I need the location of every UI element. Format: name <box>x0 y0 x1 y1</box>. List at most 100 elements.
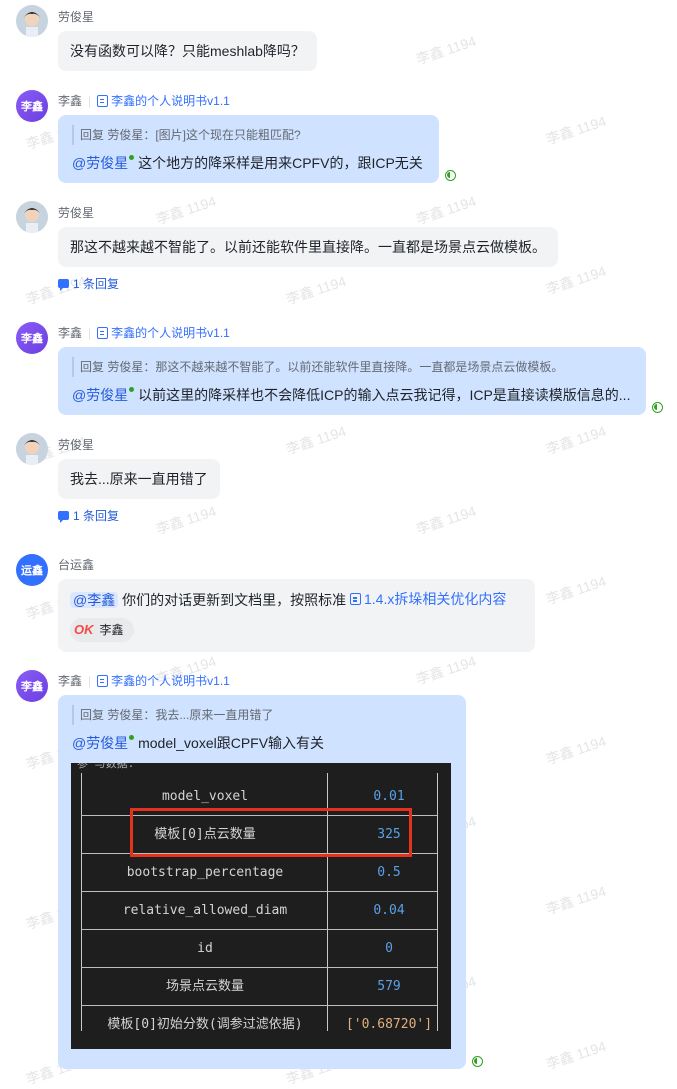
watermark-text: 李鑫 1194 <box>414 502 478 538</box>
sender-header: 李鑫 | 李鑫的个人说明书v1.1 <box>58 324 230 341</box>
watermark-text: 李鑫 1194 <box>284 272 348 308</box>
message-text: model_voxel跟CPFV输入有关 <box>138 735 325 751</box>
message-text: 我去...原来一直用错了 <box>58 459 220 499</box>
doc-icon <box>350 593 361 605</box>
sender-header: 李鑫 | 李鑫的个人说明书v1.1 <box>58 92 230 109</box>
terminal-key: id <box>197 941 213 956</box>
sender-header: 李鑫 | 李鑫的个人说明书v1.1 <box>58 672 230 689</box>
doc-icon <box>97 94 109 107</box>
profile-doc-link[interactable]: 李鑫的个人说明书v1.1 <box>97 324 230 341</box>
sender-name[interactable]: 李鑫 <box>58 92 82 109</box>
avatar[interactable]: 李鑫 <box>16 670 48 702</box>
doc-title: 李鑫的个人说明书v1.1 <box>111 94 230 108</box>
message-text: 以前这里的降采样也不会降低ICP的输入点云我记得，ICP是直接读模版信息的... <box>138 387 631 403</box>
reply-count: 1 条回复 <box>73 277 120 291</box>
user-photo-avatar[interactable] <box>16 433 48 465</box>
online-dot <box>129 387 135 392</box>
read-status-icon[interactable] <box>472 1056 483 1067</box>
doc-icon <box>97 674 109 687</box>
online-dot <box>129 735 135 740</box>
reply-bubble: 回复 劳俊星：[图片]这个现在只能粗匹配? @劳俊星 这个地方的降采样是用来CP… <box>58 115 439 183</box>
terminal-value: 0 <box>385 941 393 956</box>
reply-bubble: 回复 劳俊星：那这不越来越不智能了。以前还能软件里直接降。一直都是场景点云做模板… <box>58 347 646 415</box>
doc-title: 李鑫的个人说明书v1.1 <box>111 326 230 340</box>
sender-name[interactable]: 李鑫 <box>58 324 82 341</box>
watermark-text: 李鑫 1194 <box>544 572 608 608</box>
terminal-table-row: 模板[0]初始分数(调参过滤依据) ['0.68720'] <box>71 1006 451 1044</box>
message-text: 那这不越来越不智能了。以前还能软件里直接降。一直都是场景点云做模板。 <box>58 227 558 267</box>
read-status-icon[interactable] <box>652 402 663 413</box>
sender-name[interactable]: 台运鑫 <box>58 556 94 573</box>
watermark-text: 李鑫 1194 <box>414 192 478 228</box>
message-text: 没有函数可以降？只能meshlab降吗？ <box>58 31 317 71</box>
reply-quote[interactable]: 回复 劳俊星：那这不越来越不智能了。以前还能软件里直接降。一直都是场景点云做模板… <box>72 357 632 377</box>
watermark-text: 李鑫 1194 <box>154 192 218 228</box>
table-divider <box>81 1005 437 1006</box>
watermark-text: 李鑫 1194 <box>284 422 348 458</box>
doc-title: 李鑫的个人说明书v1.1 <box>111 674 230 688</box>
terminal-table-row: relative_allowed_diam 0.04 <box>71 892 451 930</box>
mention-link[interactable]: @劳俊星 <box>72 735 128 751</box>
terminal-value: 0.04 <box>373 903 405 918</box>
doc-link[interactable]: 1.4.x拆垛相关优化内容 <box>350 589 506 609</box>
terminal-value: ['0.68720'] <box>345 1017 433 1032</box>
terminal-value: 0.5 <box>377 865 401 880</box>
profile-doc-link[interactable]: 李鑫的个人说明书v1.1 <box>97 92 230 109</box>
watermark-text: 李鑫 1194 <box>544 732 608 768</box>
watermark-text: 李鑫 1194 <box>414 652 478 688</box>
terminal-key: bootstrap_percentage <box>126 865 284 880</box>
terminal-key: 模板[0]初始分数(调参过滤依据) <box>107 1017 303 1032</box>
terminal-header-fragment: 参 与数据: <box>77 763 135 770</box>
terminal-table-row: 场景点云数量 579 <box>71 968 451 1006</box>
message-bubble: @李鑫 你们的对话更新到文档里，按照标准 1.4.x拆垛相关优化内容 OK 李鑫 <box>58 579 535 652</box>
reply-quote[interactable]: 回复 劳俊星：我去...原来一直用错了 <box>72 705 452 725</box>
mention-link[interactable]: @李鑫 <box>70 592 119 608</box>
reply-quote[interactable]: 回复 劳俊星：[图片]这个现在只能粗匹配? <box>72 125 425 145</box>
ok-emoji-icon: OK <box>74 622 94 637</box>
user-photo-avatar[interactable] <box>16 5 48 37</box>
divider: | <box>88 673 92 688</box>
reaction-user: 李鑫 <box>99 623 124 637</box>
divider: | <box>88 93 92 108</box>
reply-count: 1 条回复 <box>73 509 120 523</box>
mention-link[interactable]: @劳俊星 <box>72 155 128 171</box>
message-text: 这个地方的降采样是用来CPFV的，跟ICP无关 <box>138 155 423 171</box>
avatar[interactable]: 运鑫 <box>16 554 48 586</box>
watermark-text: 李鑫 1194 <box>544 422 608 458</box>
table-divider <box>81 967 437 968</box>
online-dot <box>129 155 135 160</box>
doc-link-title: 1.4.x拆垛相关优化内容 <box>364 591 507 607</box>
sender-name[interactable]: 李鑫 <box>58 672 82 689</box>
terminal-value: 579 <box>377 979 401 994</box>
mention-link[interactable]: @劳俊星 <box>72 387 128 403</box>
watermark-text: 李鑫 1194 <box>544 262 608 298</box>
watermark-text: 李鑫 1194 <box>544 882 608 918</box>
terminal-key: relative_allowed_diam <box>122 903 288 918</box>
thread-reply-link[interactable]: 1 条回复 <box>58 273 120 292</box>
watermark-text: 李鑫 1194 <box>154 502 218 538</box>
reaction-chip[interactable]: OK 李鑫 <box>70 618 134 642</box>
doc-icon <box>97 326 109 339</box>
terminal-table-row: bootstrap_percentage 0.5 <box>71 854 451 892</box>
highlight-box <box>130 808 412 857</box>
terminal-table-row: id 0 <box>71 930 451 968</box>
sender-name[interactable]: 劳俊星 <box>58 436 94 453</box>
user-photo-avatar[interactable] <box>16 201 48 233</box>
sender-name[interactable]: 劳俊星 <box>58 8 94 25</box>
read-status-icon[interactable] <box>445 170 456 181</box>
profile-doc-link[interactable]: 李鑫的个人说明书v1.1 <box>97 672 230 689</box>
avatar[interactable]: 李鑫 <box>16 90 48 122</box>
watermark-text: 李鑫 1194 <box>544 1037 608 1073</box>
thread-reply-link[interactable]: 1 条回复 <box>58 505 120 524</box>
watermark-text: 李鑫 1194 <box>544 112 608 148</box>
sender-name[interactable]: 劳俊星 <box>58 204 94 221</box>
avatar[interactable]: 李鑫 <box>16 322 48 354</box>
comment-icon <box>58 273 69 291</box>
comment-icon <box>58 505 69 523</box>
table-divider <box>81 891 437 892</box>
terminal-key: 场景点云数量 <box>165 979 244 994</box>
terminal-screenshot-image[interactable]: 参 与数据: model_voxel 0.01 模板[0]点云数量 325 bootst… <box>71 763 451 1049</box>
table-divider <box>81 929 437 930</box>
divider: | <box>88 325 92 340</box>
message-text: 你们的对话更新到文档里，按照标准 <box>122 592 347 608</box>
